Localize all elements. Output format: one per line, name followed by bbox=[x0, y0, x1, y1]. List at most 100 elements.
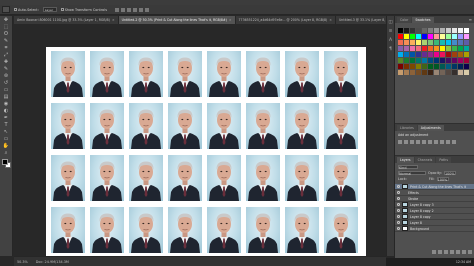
pen-icon[interactable]: ✒ bbox=[2, 115, 11, 121]
color-swatch[interactable] bbox=[404, 64, 409, 69]
color-swatch[interactable] bbox=[464, 40, 469, 45]
properties-icon[interactable]: ≡ bbox=[388, 29, 393, 34]
visibility-eye-icon[interactable] bbox=[397, 197, 400, 200]
color-swatch[interactable] bbox=[464, 34, 469, 39]
stamp-icon[interactable]: ⊜ bbox=[2, 73, 11, 79]
color-swatch[interactable] bbox=[404, 34, 409, 39]
color-swatch[interactable] bbox=[440, 40, 445, 45]
document-tab[interactable]: Untitled-2 @ 50.3% (Print & Cut Along th… bbox=[118, 16, 236, 24]
document-tab[interactable]: Amin Boonari 806001 110G.jpg @ 33.3% (La… bbox=[14, 16, 119, 24]
color-swatch[interactable] bbox=[428, 40, 433, 45]
new-group-icon[interactable] bbox=[456, 250, 460, 254]
tab-paths[interactable]: Paths bbox=[436, 157, 451, 163]
color-swatch[interactable] bbox=[428, 34, 433, 39]
color-swatch[interactable] bbox=[464, 52, 469, 57]
close-icon[interactable]: × bbox=[112, 18, 115, 22]
transform-controls-option[interactable]: Show Transform Controls bbox=[60, 8, 107, 12]
brush-icon[interactable]: ✎ bbox=[2, 66, 11, 72]
color-swatch[interactable] bbox=[398, 58, 403, 63]
levels-icon[interactable] bbox=[404, 140, 408, 144]
document-tab[interactable]: Untitled-3 @ 33.1% (Layer 8, RGB/8)× bbox=[335, 16, 386, 24]
type-icon[interactable]: T bbox=[2, 122, 11, 128]
color-swatch[interactable] bbox=[410, 70, 415, 75]
color-swatch[interactable] bbox=[422, 58, 427, 63]
color-swatch[interactable] bbox=[416, 34, 421, 39]
visibility-eye-icon[interactable] bbox=[397, 185, 400, 188]
color-swatches[interactable] bbox=[1, 159, 11, 168]
tab-libraries[interactable]: Libraries bbox=[397, 125, 417, 131]
color-swatch[interactable] bbox=[398, 46, 403, 51]
color-swatch[interactable] bbox=[416, 64, 421, 69]
color-swatch[interactable] bbox=[440, 58, 445, 63]
tab-layers[interactable]: Layers bbox=[397, 157, 414, 163]
eyedropper-icon[interactable]: ⤢ bbox=[2, 52, 11, 58]
color-swatch[interactable] bbox=[404, 40, 409, 45]
color-swatch[interactable] bbox=[404, 58, 409, 63]
color-swatch[interactable] bbox=[416, 52, 421, 57]
color-swatch[interactable] bbox=[464, 46, 469, 51]
gradient-icon[interactable]: ▤ bbox=[2, 94, 11, 100]
visibility-eye-icon[interactable] bbox=[397, 221, 400, 224]
move-tool-preset[interactable] bbox=[2, 6, 10, 13]
eraser-icon[interactable]: ▭ bbox=[2, 87, 11, 93]
color-swatch[interactable] bbox=[422, 34, 427, 39]
history-brush-icon[interactable]: ↺ bbox=[2, 80, 11, 86]
auto-select-option[interactable]: Auto-Select: bbox=[14, 8, 39, 12]
color-swatch[interactable] bbox=[410, 40, 415, 45]
color-swatch[interactable] bbox=[416, 28, 421, 33]
color-swatch[interactable] bbox=[440, 52, 445, 57]
transform-controls-checkbox[interactable] bbox=[60, 8, 64, 11]
color-swatch[interactable] bbox=[398, 64, 403, 69]
color-swatch[interactable] bbox=[404, 52, 409, 57]
layer-style-icon[interactable] bbox=[438, 250, 442, 254]
color-swatch[interactable] bbox=[446, 46, 451, 51]
color-swatch[interactable] bbox=[452, 64, 457, 69]
color-swatch[interactable] bbox=[434, 70, 439, 75]
channel-mixer-icon[interactable] bbox=[452, 140, 456, 144]
auto-select-dropdown[interactable]: Layer bbox=[42, 7, 57, 12]
foreground-color[interactable] bbox=[1, 159, 8, 165]
color-swatch[interactable] bbox=[446, 28, 451, 33]
align-left-icon[interactable] bbox=[132, 7, 137, 12]
align-center-icon[interactable] bbox=[138, 7, 143, 12]
shape-icon[interactable]: ▭ bbox=[2, 136, 11, 142]
color-swatch[interactable] bbox=[434, 34, 439, 39]
hand-icon[interactable]: ✋ bbox=[2, 143, 11, 149]
color-swatch[interactable] bbox=[440, 28, 445, 33]
color-swatch[interactable] bbox=[452, 34, 457, 39]
auto-select-checkbox[interactable] bbox=[14, 8, 17, 11]
close-icon[interactable]: × bbox=[229, 18, 232, 22]
tab-adjustments[interactable]: Adjustments bbox=[417, 125, 444, 131]
fill-field[interactable]: 100% bbox=[436, 177, 449, 182]
visibility-eye-icon[interactable] bbox=[397, 215, 400, 218]
color-swatch[interactable] bbox=[446, 70, 451, 75]
color-swatch[interactable] bbox=[458, 58, 463, 63]
new-adjustment-icon[interactable] bbox=[450, 250, 454, 254]
new-layer-icon[interactable] bbox=[462, 250, 466, 254]
color-swatch[interactable] bbox=[398, 52, 403, 57]
document-canvas[interactable] bbox=[46, 47, 366, 262]
layer-kind-filter[interactable]: Kind bbox=[398, 165, 418, 170]
vibrance-icon[interactable] bbox=[422, 140, 426, 144]
color-swatch[interactable] bbox=[434, 40, 439, 45]
color-swatch[interactable] bbox=[428, 64, 433, 69]
color-swatch[interactable] bbox=[422, 70, 427, 75]
color-swatch[interactable] bbox=[446, 58, 451, 63]
color-swatch[interactable] bbox=[428, 46, 433, 51]
color-swatch[interactable] bbox=[410, 58, 415, 63]
color-swatch[interactable] bbox=[434, 46, 439, 51]
brightness-icon[interactable] bbox=[398, 140, 402, 144]
color-swatch[interactable] bbox=[458, 52, 463, 57]
color-swatch[interactable] bbox=[434, 52, 439, 57]
color-swatch[interactable] bbox=[464, 70, 469, 75]
color-swatch[interactable] bbox=[410, 52, 415, 57]
color-swatch[interactable] bbox=[440, 64, 445, 69]
exposure-icon[interactable] bbox=[416, 140, 420, 144]
align-middle-icon[interactable] bbox=[120, 7, 125, 12]
color-balance-icon[interactable] bbox=[434, 140, 438, 144]
color-swatch[interactable] bbox=[410, 64, 415, 69]
hue-saturation-icon[interactable] bbox=[428, 140, 432, 144]
visibility-eye-icon[interactable] bbox=[397, 227, 400, 230]
lasso-icon[interactable]: ʘ bbox=[2, 31, 11, 37]
color-swatch[interactable] bbox=[422, 52, 427, 57]
